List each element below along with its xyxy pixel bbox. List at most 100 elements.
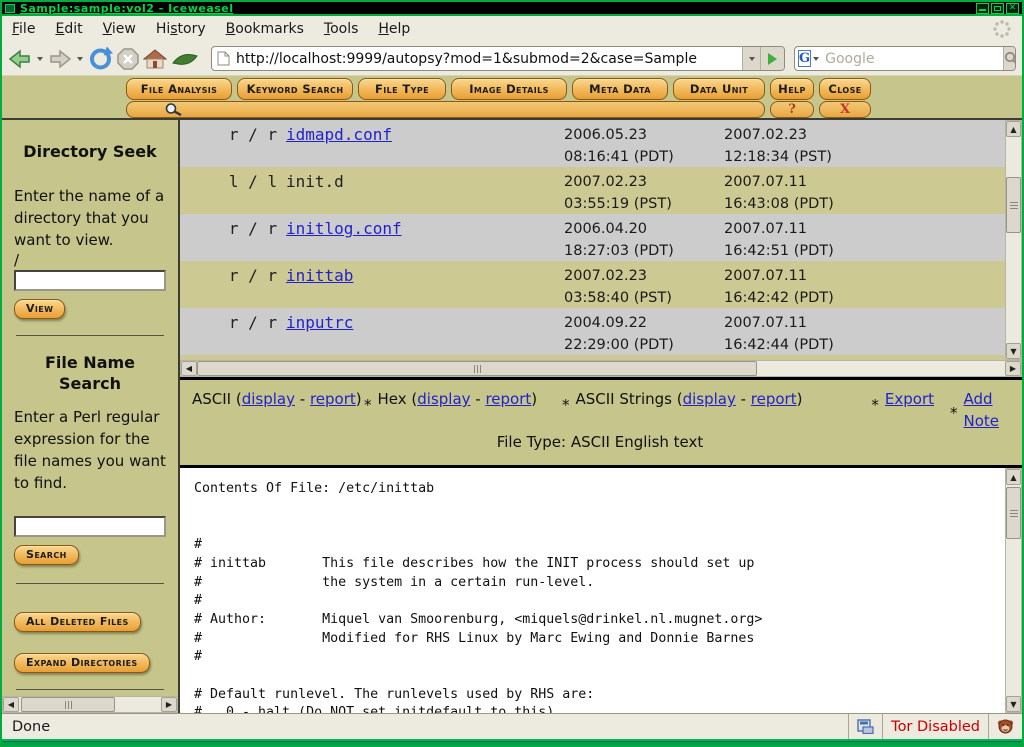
tor-status-button[interactable]: Tor Disabled — [882, 714, 988, 739]
file-name-link[interactable]: inittab — [286, 266, 353, 285]
scroll-up-icon[interactable]: ▲ — [1006, 121, 1021, 137]
window-title: Sample:sample:vol2 - Iceweasel — [20, 2, 234, 15]
main-area: Directory Seek Enter the name of a direc… — [2, 120, 1022, 713]
sidebar: Directory Seek Enter the name of a direc… — [2, 120, 180, 713]
tab-data-unit[interactable]: Data Unit — [673, 78, 765, 100]
file-name-cell: inittab — [286, 266, 564, 285]
iceweasel-leaf-icon[interactable] — [170, 45, 200, 73]
menu-edit[interactable]: Edit — [55, 21, 82, 37]
tab-meta-data[interactable]: Meta Data — [572, 78, 668, 100]
monkey-icon — [997, 718, 1014, 735]
tab-help[interactable]: Help — [770, 78, 814, 100]
directory-seek-instructions: Enter the name of a directory that you w… — [14, 185, 166, 251]
maximize-button[interactable] — [991, 3, 1004, 14]
menu-view[interactable]: View — [103, 21, 136, 37]
scroll-right-icon[interactable]: ▶ — [1005, 361, 1021, 376]
scroll-down-icon[interactable]: ▼ — [1006, 343, 1021, 359]
url-input[interactable] — [234, 47, 742, 70]
written-date-cell: 2007.02.2303:58:40 (PST) — [564, 266, 724, 309]
forward-dropdown-icon[interactable] — [77, 57, 83, 61]
tab-file-analysis[interactable]: File Analysis — [126, 78, 232, 100]
menu-tools[interactable]: Tools — [324, 21, 359, 37]
menu-history[interactable]: History — [156, 21, 206, 37]
report-link[interactable]: report — [751, 390, 797, 408]
menu-help[interactable]: Help — [378, 21, 410, 37]
go-arrow-icon — [768, 53, 777, 65]
search-button[interactable]: Search — [14, 545, 79, 565]
reload-button[interactable] — [88, 45, 113, 73]
forward-button[interactable] — [48, 45, 72, 73]
file-list-horizontal-scrollbar[interactable]: ◀ ▶ — [180, 360, 1022, 377]
sidebar-horizontal-scrollbar[interactable]: ◀ ▶ — [2, 696, 178, 713]
search-submit-button[interactable] — [1003, 47, 1016, 70]
expand-directories-button[interactable]: Expand Directories — [14, 653, 150, 673]
content-scroll-thumb[interactable] — [1006, 487, 1021, 539]
search-engine-icon[interactable]: G — [798, 50, 811, 67]
content-scroll-rail[interactable] — [1006, 485, 1021, 696]
scroll-left-icon[interactable]: ◀ — [3, 697, 19, 712]
file-list-pane: r / ridmapd.conf2006.05.2308:16:41 (PDT)… — [180, 120, 1022, 377]
display-link[interactable]: display — [417, 390, 470, 408]
menu-file[interactable]: File — [12, 21, 35, 37]
tab-image-details[interactable]: Image Details — [451, 78, 567, 100]
tab-file-type[interactable]: File Type — [358, 78, 446, 100]
sidebar-scroll-rail[interactable] — [19, 697, 161, 712]
back-dropdown-icon[interactable] — [37, 57, 43, 61]
written-date-cell: 2007.02.2303:55:19 (PST) — [564, 172, 724, 215]
scroll-right-icon[interactable]: ▶ — [161, 697, 177, 712]
viewer-group: *Hex (display - report) — [364, 388, 562, 416]
close-strip[interactable]: X — [819, 101, 871, 118]
accessed-date-cell: 2007.07.1116:43:08 (PDT) — [724, 172, 884, 215]
report-link[interactable]: report — [485, 390, 531, 408]
file-list-hscroll-rail[interactable] — [197, 361, 1005, 376]
file-list-scroll-rail[interactable] — [1006, 137, 1021, 343]
scroll-left-icon[interactable]: ◀ — [181, 361, 197, 376]
viewer-links-row: ASCII (display - report)*Hex (display - … — [192, 388, 1008, 432]
help-strip[interactable]: ? — [770, 101, 814, 118]
file-name-cell: init.d — [286, 172, 564, 191]
search-bar: G — [794, 46, 1016, 71]
close-x-icon: X — [820, 102, 870, 117]
menu-bookmarks[interactable]: Bookmarks — [226, 21, 304, 37]
display-link[interactable]: display — [683, 390, 736, 408]
tab-close[interactable]: Close — [819, 78, 871, 100]
scroll-up-icon[interactable]: ▲ — [1006, 469, 1021, 485]
view-button[interactable]: View — [14, 299, 65, 319]
home-button[interactable] — [143, 45, 167, 73]
file-list-vertical-scrollbar[interactable]: ▲ ▼ — [1005, 120, 1022, 360]
all-deleted-files-button[interactable]: All Deleted Files — [14, 612, 141, 632]
file-list-hscroll-thumb[interactable] — [197, 361, 757, 376]
file-name-link[interactable]: initlog.conf — [286, 219, 402, 238]
scrapbook-status-button[interactable] — [848, 714, 882, 739]
file-list-scroll-thumb[interactable] — [1006, 177, 1021, 233]
sidebar-scroll-thumb[interactable] — [21, 697, 115, 712]
file-name-link[interactable]: idmapd.conf — [286, 125, 392, 144]
file-name-link[interactable]: inputrc — [286, 313, 353, 332]
page-icon — [212, 47, 234, 70]
file-content-pane: Contents Of File: /etc/inittab # # initt… — [180, 468, 1022, 713]
file-type-cell: r / r — [220, 125, 286, 144]
stop-button[interactable] — [116, 45, 140, 73]
display-link[interactable]: display — [242, 390, 295, 408]
directory-seek-title: Directory Seek — [14, 142, 166, 161]
minimize-button[interactable] — [976, 3, 989, 14]
directory-seek-input[interactable] — [14, 270, 166, 291]
file-name-search-input[interactable] — [14, 516, 166, 537]
sidebar-content: Directory Seek Enter the name of a direc… — [2, 120, 178, 696]
add-note-link[interactable]: Add Note — [964, 390, 1000, 430]
back-button[interactable] — [8, 45, 32, 73]
foxyproxy-status-button[interactable] — [988, 714, 1022, 739]
file-type-cell: r / r — [220, 266, 286, 285]
search-engine-dropdown[interactable] — [811, 47, 821, 70]
url-history-dropdown[interactable] — [742, 47, 760, 70]
scroll-down-icon[interactable]: ▼ — [1006, 696, 1021, 712]
separator-star: * — [950, 402, 958, 424]
go-button[interactable] — [760, 47, 784, 70]
report-link[interactable]: report — [310, 390, 356, 408]
close-window-button[interactable] — [1006, 3, 1019, 14]
tab-keyword-search[interactable]: Keyword Search — [237, 78, 353, 100]
url-bar — [211, 46, 785, 71]
content-vertical-scrollbar[interactable]: ▲ ▼ — [1005, 468, 1022, 713]
export-link[interactable]: Export — [885, 390, 934, 408]
search-input[interactable] — [821, 47, 1003, 70]
